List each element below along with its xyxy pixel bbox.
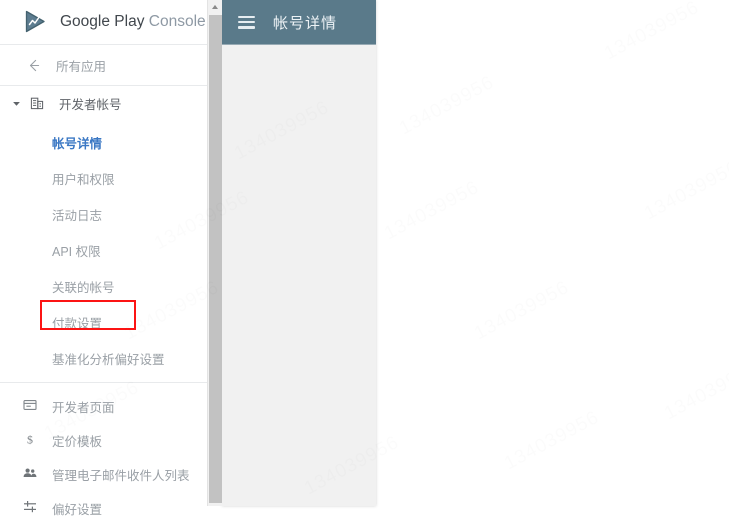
brand-name: Google Play Console xyxy=(60,13,206,31)
panel-body xyxy=(222,45,376,506)
sidebar-item-api-access[interactable]: API 权限 xyxy=(0,232,207,268)
building-icon xyxy=(26,92,48,114)
sidebar-item-payment-settings[interactable]: 付款设置 xyxy=(0,304,207,340)
sidebar-group-developer-account-label: 开发者帐号 xyxy=(59,97,122,112)
caret-down-icon[interactable] xyxy=(8,95,24,111)
watermark-text: 134039956 xyxy=(641,157,729,225)
brand-name-bold: Google Play xyxy=(60,13,145,30)
sidebar-item-all-apps[interactable]: 所有应用 xyxy=(0,45,207,85)
arrow-left-icon xyxy=(22,54,44,76)
watermark-text: 134039956 xyxy=(601,0,703,65)
sidebar-item-payment-settings-label: 付款设置 xyxy=(52,316,103,331)
sidebar-item-users-permissions-label: 用户和权限 xyxy=(52,172,115,187)
window-icon xyxy=(22,397,38,416)
brand-name-light: Console xyxy=(148,13,206,30)
scroll-up-arrow-icon[interactable] xyxy=(208,0,222,14)
sidebar-item-preferences-label: 偏好设置 xyxy=(52,502,103,517)
sidebar-scrollbar[interactable] xyxy=(207,0,222,506)
sidebar-item-developer-page-label: 开发者页面 xyxy=(52,400,115,415)
watermark-text: 134039956 xyxy=(381,177,483,245)
people-icon xyxy=(22,465,38,484)
watermark-text: 134039956 xyxy=(661,357,729,425)
sidebar-item-account-details-label: 帐号详情 xyxy=(52,136,103,151)
page-title: 帐号详情 xyxy=(273,14,338,32)
sidebar-item-all-apps-label: 所有应用 xyxy=(56,59,107,74)
svg-text:$: $ xyxy=(27,432,33,446)
brand-logo-row[interactable]: Google Play Console xyxy=(0,0,207,44)
watermark-text: 134039956 xyxy=(501,407,603,475)
sidebar-item-benchmark-preferences[interactable]: 基准化分析偏好设置 xyxy=(0,340,207,376)
sidebar-item-benchmark-preferences-label: 基准化分析偏好设置 xyxy=(52,352,165,367)
scrollbar-thumb[interactable] xyxy=(209,15,222,503)
sidebar-item-linked-accounts-label: 关联的帐号 xyxy=(52,280,115,295)
sidebar-item-manage-email-lists-label: 管理电子邮件收件人列表 xyxy=(52,468,190,483)
sidebar-item-account-details[interactable]: 帐号详情 xyxy=(0,124,207,160)
dollar-icon: $ xyxy=(22,431,38,450)
sidebar-item-developer-page[interactable]: 开发者页面 xyxy=(0,389,207,423)
watermark-text: 134039956 xyxy=(471,277,573,345)
sidebar-item-api-access-label: API 权限 xyxy=(52,244,101,259)
sidebar-item-activity-log[interactable]: 活动日志 xyxy=(0,196,207,232)
divider-above-bottom-section xyxy=(0,382,207,383)
sidebar-item-pricing-templates-label: 定价模板 xyxy=(52,434,103,449)
tune-icon xyxy=(22,499,38,518)
sidebar-item-pricing-templates[interactable]: $ 定价模板 xyxy=(0,423,207,457)
sidebar-group-developer-account[interactable]: 开发者帐号 xyxy=(0,86,207,120)
panel-header: 帐号详情 xyxy=(222,0,376,45)
sidebar-item-linked-accounts[interactable]: 关联的帐号 xyxy=(0,268,207,304)
sidebar-subnav: 帐号详情 用户和权限 活动日志 API 权限 关联的帐号 付款设置 基准化分析偏… xyxy=(0,120,207,376)
hamburger-menu-icon[interactable] xyxy=(238,15,255,29)
watermark-text: 134039956 xyxy=(396,72,498,140)
main-content-panel: 帐号详情 xyxy=(222,0,376,506)
sidebar-item-users-permissions[interactable]: 用户和权限 xyxy=(0,160,207,196)
google-play-logo-icon xyxy=(24,10,51,35)
sidebar-item-activity-log-label: 活动日志 xyxy=(52,208,103,223)
sidebar-item-manage-email-lists[interactable]: 管理电子邮件收件人列表 xyxy=(0,457,207,491)
left-sidebar: Google Play Console 所有应用 开发者帐号 帐号详情 用户和权… xyxy=(0,0,207,517)
